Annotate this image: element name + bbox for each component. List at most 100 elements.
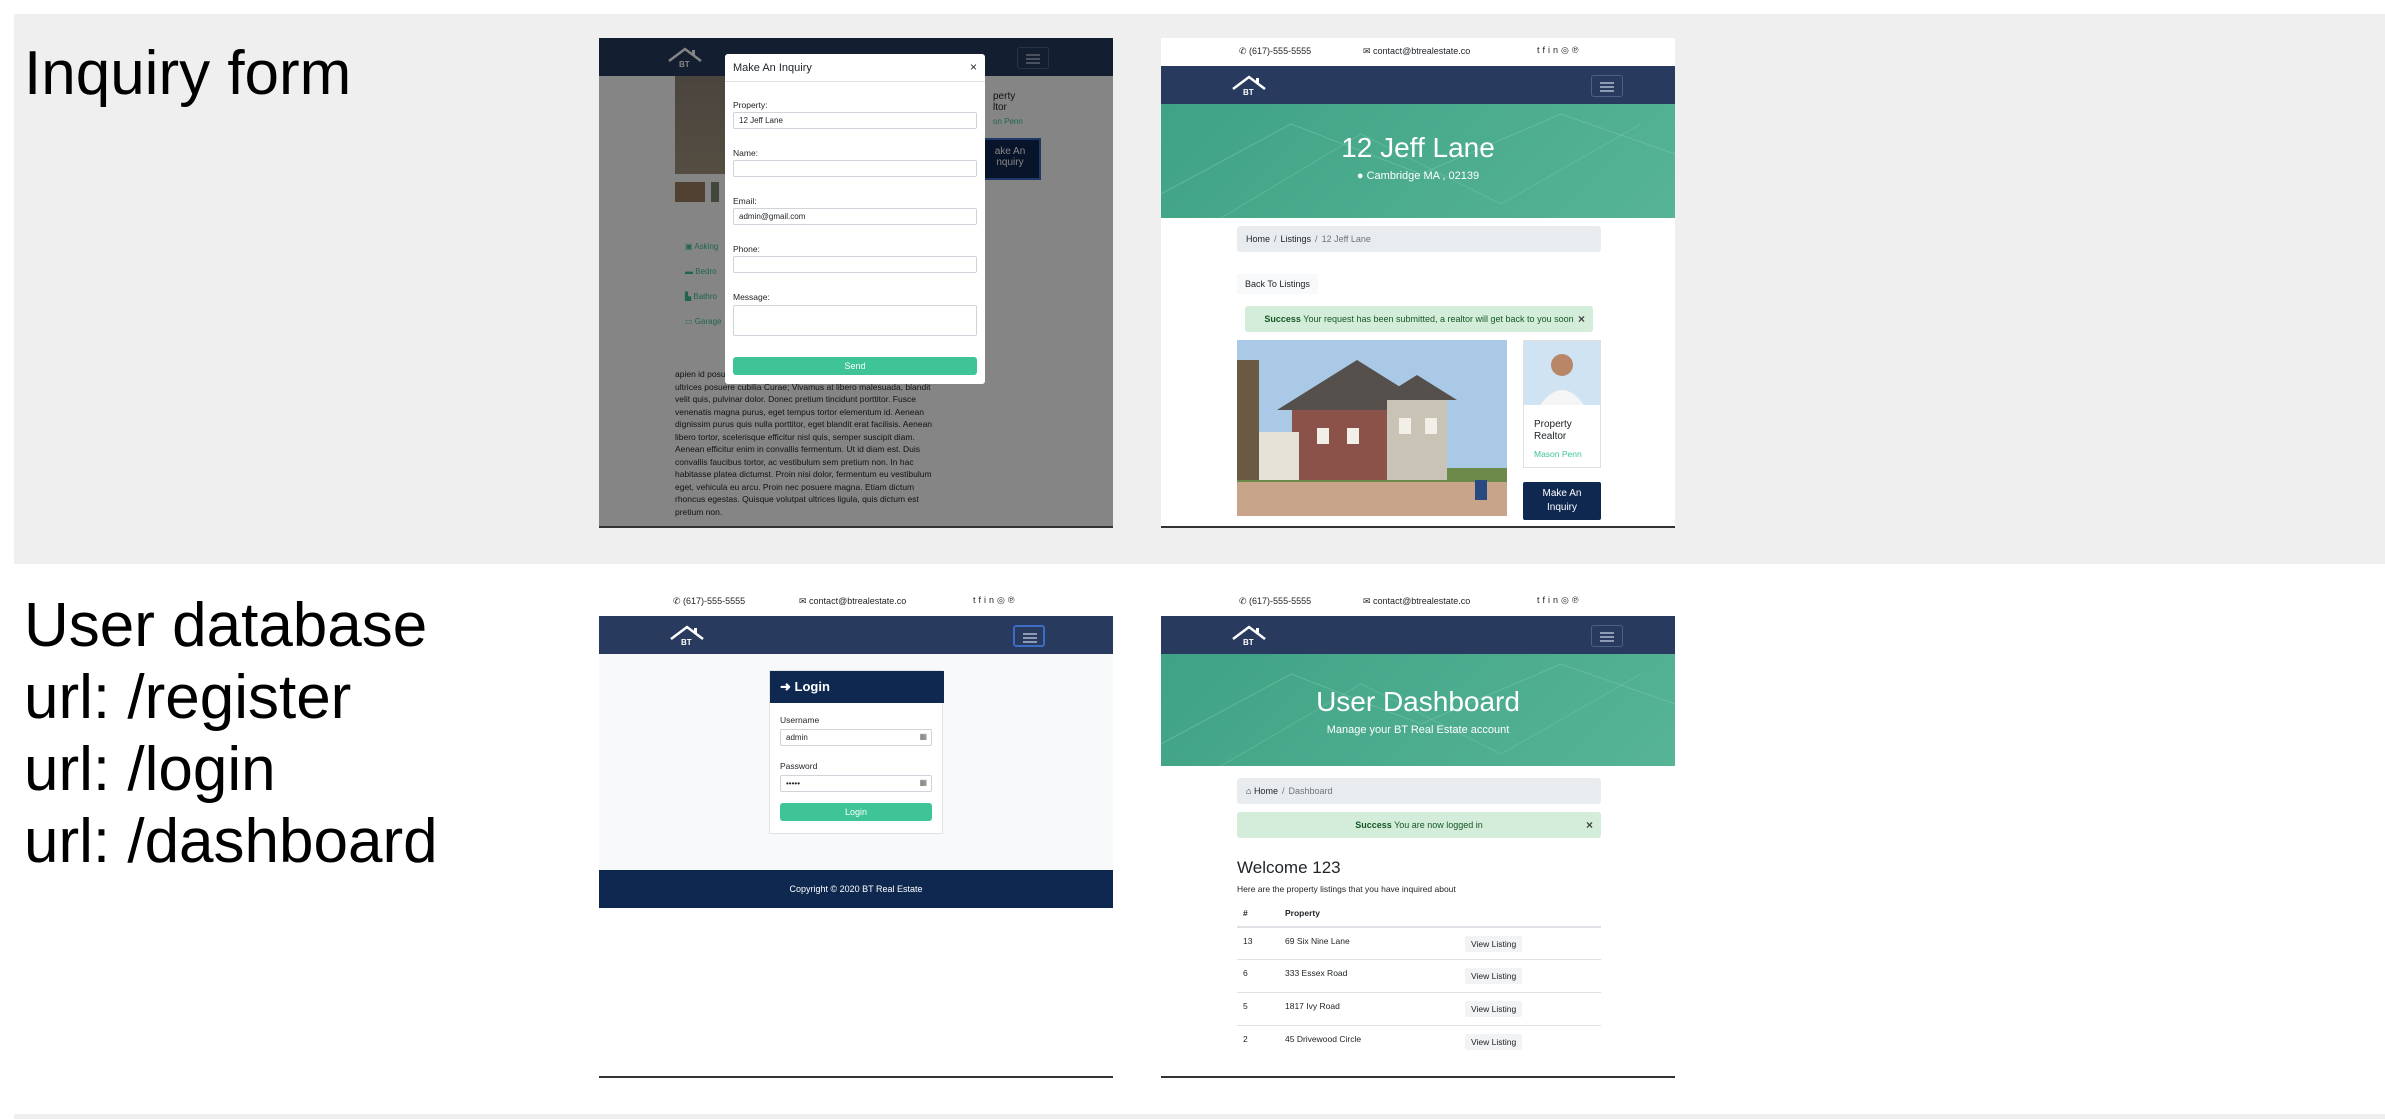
close-icon[interactable]: × <box>1578 312 1585 326</box>
breadcrumb-current: Dashboard <box>1288 786 1333 796</box>
social-icons: tfin◎℗ <box>1537 595 1582 606</box>
navbar: BT <box>599 616 1113 654</box>
email-label: Email: <box>733 196 757 206</box>
back-to-listings-button[interactable]: Back To Listings <box>1237 274 1318 294</box>
top-bar: ✆ (617)-555-5555 ✉ contact@btrealestate.… <box>1161 38 1675 66</box>
view-listing-button[interactable]: View Listing <box>1465 1034 1523 1050</box>
username-input[interactable]: admin ▦ <box>780 729 932 746</box>
navbar: BT <box>1161 66 1675 104</box>
email-text: ✉ contact@btrealestate.co <box>799 596 907 606</box>
keyboard-icon: ▦ <box>919 732 927 741</box>
phone-label: Phone: <box>733 244 760 254</box>
social-icons: tfin◎℗ <box>1537 45 1582 56</box>
linkedin-icon[interactable]: in <box>984 595 997 605</box>
login-button[interactable]: Login <box>780 803 932 821</box>
phone-field[interactable] <box>733 256 977 273</box>
view-listing-button[interactable]: View Listing <box>1465 936 1523 952</box>
linkedin-icon[interactable]: in <box>1548 595 1561 605</box>
success-alert: Success You are now logged in × <box>1237 812 1601 838</box>
realtor-photo <box>1524 341 1600 405</box>
envelope-icon: ✉ <box>799 596 810 606</box>
inquiry-modal: Make An Inquiry × Property: 12 Jeff Lane… <box>725 54 985 384</box>
alert-strong: Success <box>1264 314 1301 324</box>
close-icon[interactable]: × <box>970 60 977 74</box>
footer: Copyright © 2020 BT Real Estate <box>599 870 1113 908</box>
login-section: ➜ Login Username admin ▦ Password ••••• … <box>599 654 1113 870</box>
svg-text:BT: BT <box>681 638 692 647</box>
email-text: ✉ contact@btrealestate.co <box>1363 596 1471 606</box>
login-page-screenshot: ✆ (617)-555-5555 ✉ contact@btrealestate.… <box>599 588 1113 1078</box>
envelope-icon: ✉ <box>1363 596 1374 606</box>
instagram-icon[interactable]: ◎ <box>1561 595 1572 605</box>
breadcrumb-home[interactable]: Home <box>1246 234 1270 244</box>
linkedin-icon[interactable]: in <box>1548 45 1561 55</box>
home-icon: ⌂ <box>1246 786 1254 796</box>
breadcrumb: ⌂ Home / Dashboard <box>1237 778 1601 804</box>
listing-location: ● Cambridge MA , 02139 <box>1356 170 1480 182</box>
login-card-header: ➜ Login <box>770 671 944 703</box>
bt-logo-icon[interactable]: BT <box>1229 623 1269 647</box>
bt-logo-icon[interactable]: BT <box>1229 73 1269 97</box>
phone-text: ✆ (617)-555-5555 <box>1239 596 1312 606</box>
keyboard-icon: ▦ <box>919 778 927 787</box>
message-field[interactable] <box>733 305 977 336</box>
close-icon[interactable]: × <box>1586 818 1593 832</box>
success-alert: Success Your request has been submitted,… <box>1245 306 1593 332</box>
email-text: ✉ contact@btrealestate.co <box>1363 46 1471 56</box>
password-input[interactable]: ••••• ▦ <box>780 775 932 792</box>
map-marker-icon: ● <box>1356 170 1367 182</box>
property-label: Property: <box>733 100 768 110</box>
sign-in-icon: ➜ <box>780 679 795 694</box>
bottom-band <box>14 1114 2385 1119</box>
property-field[interactable]: 12 Jeff Lane <box>733 112 977 129</box>
table-row: 5 1817 Ivy Road View Listing <box>1237 992 1601 1025</box>
bt-logo-icon[interactable]: BT <box>667 623 707 647</box>
section-label-user-database: User database url: /register url: /login… <box>24 591 438 876</box>
name-field[interactable] <box>733 160 977 177</box>
top-bar: ✆ (617)-555-5555 ✉ contact@btrealestate.… <box>1161 588 1675 616</box>
send-button[interactable]: Send <box>733 357 977 375</box>
table-row: 6 333 Essex Road View Listing <box>1237 959 1601 992</box>
alert-text: You are now logged in <box>1394 820 1483 830</box>
svg-text:BT: BT <box>1243 88 1254 97</box>
pinterest-icon[interactable]: ℗ <box>1572 45 1582 55</box>
modal-title: Make An Inquiry <box>733 62 812 74</box>
breadcrumb-home[interactable]: ⌂ Home <box>1246 786 1278 796</box>
showcase: User Dashboard Manage your BT Real Estat… <box>1161 654 1675 766</box>
view-listing-button[interactable]: View Listing <box>1465 1001 1523 1017</box>
listing-page-screenshot: ✆ (617)-555-5555 ✉ contact@btrealestate.… <box>1161 38 1675 528</box>
navbar: BT <box>1161 616 1675 654</box>
showcase: 12 Jeff Lane ● Cambridge MA , 02139 <box>1161 104 1675 218</box>
modal-header: Make An Inquiry × <box>725 54 985 82</box>
navbar-toggler[interactable] <box>1591 75 1623 97</box>
alert-strong: Success <box>1355 820 1392 830</box>
welcome-heading: Welcome 123 <box>1237 858 1341 877</box>
envelope-icon: ✉ <box>1363 46 1374 56</box>
email-field[interactable]: admin@gmail.com <box>733 208 977 225</box>
phone-icon: ✆ <box>673 596 684 606</box>
password-label: Password <box>780 761 818 771</box>
realtor-name: Mason Penn <box>1534 449 1582 459</box>
pinterest-icon[interactable]: ℗ <box>1008 595 1018 605</box>
dashboard-title: User Dashboard <box>1316 686 1520 717</box>
alert-text: Your request has been submitted, a realt… <box>1303 314 1574 324</box>
svg-text:BT: BT <box>1243 638 1254 647</box>
name-label: Name: <box>733 148 759 158</box>
dashboard-page-screenshot: ✆ (617)-555-5555 ✉ contact@btrealestate.… <box>1161 588 1675 1078</box>
pinterest-icon[interactable]: ℗ <box>1572 595 1582 605</box>
section-label-inquiry: Inquiry form <box>24 39 352 108</box>
breadcrumb-listings[interactable]: Listings <box>1281 234 1312 244</box>
instagram-icon[interactable]: ◎ <box>1561 45 1572 55</box>
navbar-toggler[interactable] <box>1591 625 1623 647</box>
table-header-property: Property <box>1285 908 1320 918</box>
navbar-toggler[interactable] <box>1013 625 1045 647</box>
username-label: Username <box>780 715 820 725</box>
view-listing-button[interactable]: View Listing <box>1465 968 1523 984</box>
make-inquiry-button[interactable]: Make An Inquiry <box>1523 482 1601 520</box>
realtor-role: Property Realtor <box>1534 419 1572 442</box>
top-bar: ✆ (617)-555-5555 ✉ contact@btrealestate.… <box>599 588 1113 616</box>
breadcrumb-current: 12 Jeff Lane <box>1321 234 1371 244</box>
table-header-id: # <box>1243 908 1248 918</box>
inquiry-modal-screenshot: BT perty ltor on Penn ake An nquiry ▣ As… <box>599 38 1113 528</box>
instagram-icon[interactable]: ◎ <box>997 595 1008 605</box>
